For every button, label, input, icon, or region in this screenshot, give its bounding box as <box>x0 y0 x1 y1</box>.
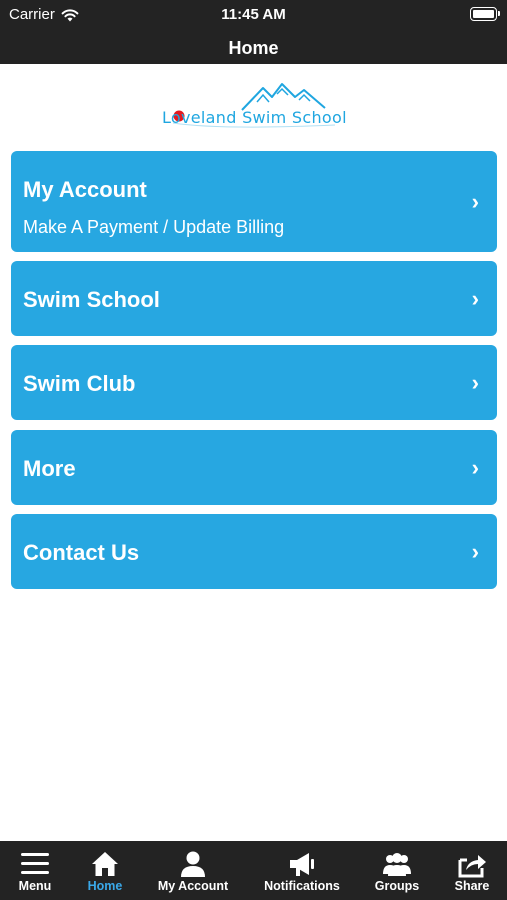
tab-label: Menu <box>18 879 52 893</box>
swim-club-button[interactable]: Swim Club › <box>11 345 497 420</box>
swim-school-button[interactable]: Swim School › <box>11 261 497 336</box>
card-title: More <box>23 456 76 481</box>
tab-my-account[interactable]: My Account <box>150 841 236 900</box>
chevron-right-icon: › <box>471 370 479 395</box>
card-title: Contact Us <box>23 540 140 565</box>
more-button[interactable]: More › <box>11 430 497 505</box>
tab-menu[interactable]: Menu <box>5 841 65 900</box>
chevron-right-icon: › <box>471 539 479 564</box>
share-icon <box>458 855 486 878</box>
tab-label: My Account <box>157 879 229 893</box>
tab-label: Share <box>454 879 490 893</box>
tab-notifications[interactable]: Notifications <box>256 841 348 900</box>
chevron-right-icon: › <box>471 455 479 480</box>
battery-icon <box>470 7 500 21</box>
tab-home[interactable]: Home <box>75 841 135 900</box>
tab-label: Home <box>87 879 123 893</box>
card-subtitle: Make A Payment / Update Billing <box>23 217 285 237</box>
contact-us-button[interactable]: Contact Us › <box>11 514 497 589</box>
tab-bar: Menu Home My Account Notifications Group… <box>0 841 507 900</box>
megaphone-icon <box>290 853 314 876</box>
tab-share[interactable]: Share <box>444 841 500 900</box>
card-title: Swim Club <box>23 371 136 396</box>
tab-groups[interactable]: Groups <box>366 841 428 900</box>
top-bar: Carrier 11:45 AM Home <box>0 0 507 64</box>
card-title: Swim School <box>23 287 160 312</box>
home-icon <box>92 852 118 876</box>
status-time: 11:45 AM <box>221 6 286 23</box>
status-bar: Carrier 11:45 AM <box>0 0 507 28</box>
hamburger-icon <box>21 853 49 874</box>
card-title: My Account <box>23 177 147 202</box>
tab-label: Groups <box>374 879 420 893</box>
my-account-button[interactable]: My Account Make A Payment / Update Billi… <box>11 151 497 252</box>
logo-text: Loveland Swim School <box>162 108 347 127</box>
chevron-right-icon: › <box>471 286 479 311</box>
tab-label: Notifications <box>264 879 340 893</box>
chevron-right-icon: › <box>471 189 479 214</box>
school-logo: Loveland Swim School <box>160 78 350 128</box>
group-icon <box>383 853 411 876</box>
person-icon <box>181 851 205 877</box>
page-title: Home <box>228 38 279 58</box>
